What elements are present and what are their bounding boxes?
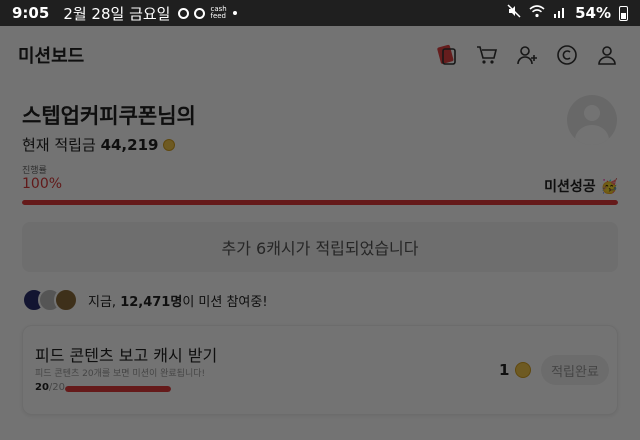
participant-avatars bbox=[22, 288, 78, 312]
notification-cashfeed-text: cash feed bbox=[210, 5, 227, 20]
status-time: 9:05 bbox=[12, 4, 50, 22]
mission-success-text: 미션성공 🥳 bbox=[544, 179, 618, 195]
signal-icon bbox=[553, 4, 567, 22]
mission-card-icon[interactable] bbox=[432, 40, 462, 70]
avatar-body-shape bbox=[575, 125, 609, 145]
nickname: 스텝업커피쿠폰님의 bbox=[22, 104, 196, 128]
user-icon[interactable] bbox=[592, 40, 622, 70]
battery-icon bbox=[619, 5, 628, 21]
progress-label: 진행률 bbox=[22, 166, 47, 176]
mission-progress-bar bbox=[65, 386, 171, 392]
participant-avatar bbox=[54, 288, 78, 312]
mission-count-total: /20 bbox=[48, 382, 66, 393]
mission-title: 피드 콘텐츠 보고 캐시 받기 bbox=[35, 346, 218, 365]
header-icons bbox=[432, 40, 622, 70]
mission-progress-fill bbox=[65, 386, 171, 392]
mission-reward: 1 bbox=[499, 361, 532, 379]
participants-row: 지금, 12,471명이 미션 참여중! bbox=[22, 288, 268, 312]
mission-description: 피드 콘텐츠 20개를 보면 미션이 완료됩니다! bbox=[35, 369, 206, 379]
notification-app-icon bbox=[178, 7, 190, 19]
battery-percent: 54% bbox=[575, 4, 611, 22]
status-bar: 9:05 2월 28일 금요일 cash feed 54% bbox=[0, 0, 640, 26]
status-right: 54% bbox=[507, 4, 628, 22]
reward-complete-button[interactable]: 적립완료 bbox=[541, 355, 609, 385]
avatar-head-shape bbox=[584, 105, 600, 121]
notification-c-icon bbox=[194, 7, 206, 19]
reward-banner: 추가 6캐시가 적립되었습니다 bbox=[22, 222, 618, 272]
participants-suffix: 이 미션 참여중! bbox=[182, 294, 268, 310]
reward-banner-text: 추가 6캐시가 적립되었습니다 bbox=[221, 239, 419, 258]
progress-bar-fill bbox=[22, 200, 618, 205]
avatar[interactable] bbox=[567, 95, 617, 145]
mission-count: 20/20 bbox=[35, 382, 65, 393]
mission-count-current: 20 bbox=[35, 382, 49, 393]
profile-section: 스텝업커피쿠폰님의 현재 적립금 44,219 bbox=[22, 100, 622, 155]
reward-amount: 1 bbox=[499, 361, 510, 379]
participants-prefix: 지금, bbox=[88, 294, 121, 310]
progress-bar bbox=[22, 200, 618, 205]
add-user-icon[interactable] bbox=[512, 40, 542, 70]
wifi-icon bbox=[529, 4, 545, 22]
status-date: 2월 28일 금요일 bbox=[63, 4, 171, 23]
page-title: 미션보드 bbox=[18, 46, 85, 67]
coin-icon bbox=[515, 362, 532, 378]
points-line: 현재 적립금 44,219 bbox=[22, 134, 622, 155]
points-value: 44,219 bbox=[100, 136, 159, 154]
coin-c-icon[interactable] bbox=[552, 40, 582, 70]
points-label: 현재 적립금 bbox=[22, 136, 96, 154]
cart-icon[interactable] bbox=[472, 40, 502, 70]
coin-icon bbox=[163, 139, 176, 151]
mission-card[interactable]: 피드 콘텐츠 보고 캐시 받기 피드 콘텐츠 20개를 보면 미션이 완료됩니다… bbox=[22, 325, 618, 415]
participants-count: 12,471명 bbox=[120, 294, 183, 310]
participants-text: 지금, 12,471명이 미션 참여중! bbox=[88, 291, 268, 310]
mute-icon bbox=[507, 4, 521, 22]
progress-value: 100% bbox=[22, 176, 63, 192]
more-notifications-dot bbox=[232, 11, 237, 15]
app-header: 미션보드 bbox=[0, 26, 640, 84]
